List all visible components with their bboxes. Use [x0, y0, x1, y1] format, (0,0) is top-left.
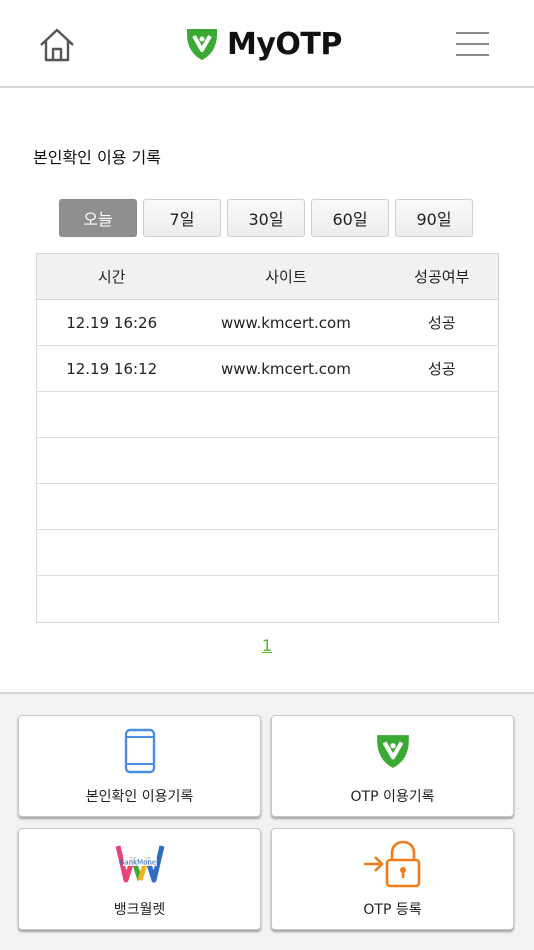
table-row: 12.19 16:26 www.kmcert.com 성공 — [37, 300, 498, 346]
otp-register-button[interactable]: OTP 등록 — [271, 828, 514, 930]
bank-wallet-button[interactable]: BankMoney 뱅크월렛 — [18, 828, 261, 930]
quick-label: 본인확인 이용기록 — [85, 789, 194, 805]
usage-history-button[interactable]: 본인확인 이용기록 — [18, 715, 261, 817]
header-result: 성공여부 — [414, 268, 470, 286]
header-site: 사이트 — [265, 268, 307, 286]
hamburger-line — [456, 43, 489, 45]
home-button[interactable] — [36, 24, 78, 66]
smartphone-icon — [124, 728, 155, 774]
icon-wrap — [272, 839, 513, 889]
bankwallet-logo-icon: BankMoney — [115, 845, 164, 883]
tab-30-days[interactable]: 30일 — [227, 199, 305, 237]
header-time: 시간 — [97, 268, 126, 286]
app-header: MyOTP — [0, 0, 534, 88]
tab-7-days[interactable]: 7일 — [143, 199, 221, 237]
home-icon — [40, 28, 74, 62]
history-table: 시간 사이트 성공여부 12.19 16:26 www.kmcert.com 성… — [36, 253, 499, 623]
icon-wrap: BankMoney — [19, 839, 260, 889]
table-row — [37, 484, 498, 530]
tab-90-days[interactable]: 90일 — [395, 199, 473, 237]
pagination: 1 — [0, 636, 534, 655]
bankmoney-logo-text: BankMoney — [119, 859, 160, 867]
quick-label: 뱅크월렛 — [113, 902, 166, 918]
table-header: 시간 사이트 성공여부 — [37, 254, 498, 300]
table-row: 12.19 16:12 www.kmcert.com 성공 — [37, 346, 498, 392]
otp-shield-icon — [376, 735, 409, 768]
page-link-1[interactable]: 1 — [262, 636, 272, 655]
quick-label: OTP 이용기록 — [350, 789, 435, 805]
table-row — [37, 530, 498, 576]
period-tabs: 오늘 7일 30일 60일 90일 — [59, 199, 479, 237]
icon-wrap — [19, 726, 260, 776]
otp-history-button[interactable]: OTP 이용기록 — [271, 715, 514, 817]
icon-wrap — [272, 726, 513, 776]
hamburger-line — [456, 54, 489, 56]
menu-button[interactable] — [456, 26, 492, 60]
cell-result: 성공 — [427, 314, 456, 332]
table-row — [37, 576, 498, 622]
cell-site: www.kmcert.com — [221, 359, 351, 378]
cell-time: 12.19 16:26 — [66, 313, 158, 332]
cell-site: www.kmcert.com — [221, 313, 351, 332]
table-row — [37, 392, 498, 438]
otp-shield-icon — [187, 29, 217, 60]
quick-label: OTP 등록 — [363, 902, 422, 918]
cell-result: 성공 — [427, 360, 456, 378]
page-title: 본인확인 이용 기록 — [33, 148, 161, 167]
lock-register-icon — [363, 840, 420, 888]
tab-today[interactable]: 오늘 — [59, 199, 137, 237]
tab-60-days[interactable]: 60일 — [311, 199, 389, 237]
cell-time: 12.19 16:12 — [66, 359, 158, 378]
brand-name: MyOTP — [227, 26, 342, 62]
brand-logo: MyOTP — [185, 20, 342, 68]
hamburger-menu-icon — [456, 32, 489, 34]
table-row — [37, 438, 498, 484]
